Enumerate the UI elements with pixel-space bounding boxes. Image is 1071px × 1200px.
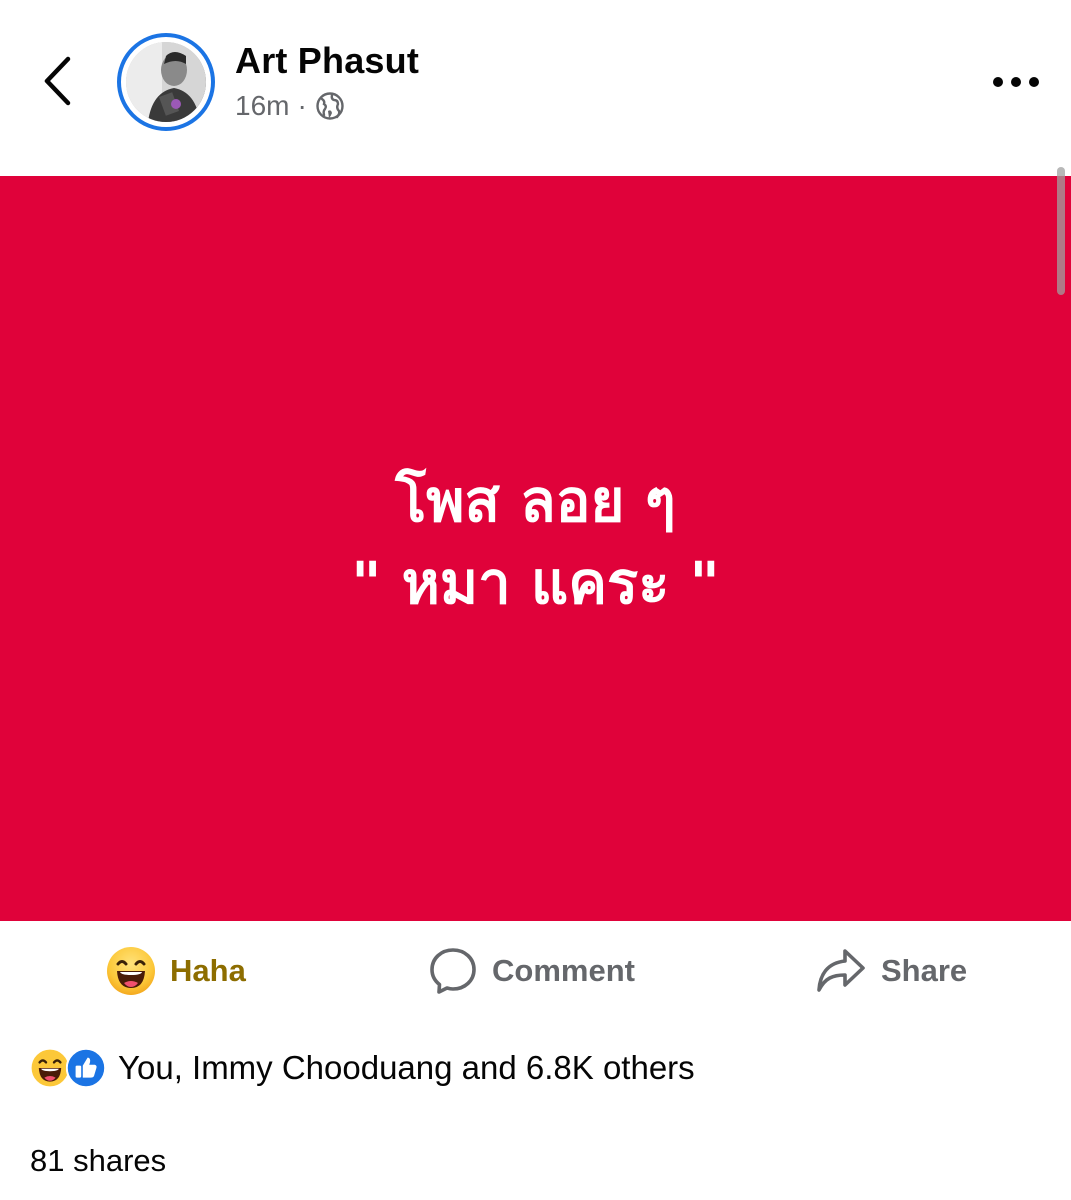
reactions-text: You, Immy Chooduang and 6.8K others — [118, 1049, 695, 1086]
profile-photo — [126, 42, 206, 122]
shares-count[interactable]: 81 shares — [30, 1143, 166, 1179]
comment-label: Comment — [492, 953, 635, 988]
like-icon — [66, 1048, 106, 1088]
post-header: Art Phasut 16m · — [0, 0, 1071, 176]
post-text-canvas[interactable]: โพส ลอย ๆ " หมา แคระ " — [0, 176, 1071, 921]
back-button[interactable] — [32, 50, 82, 112]
more-options-button[interactable] — [983, 60, 1049, 104]
avatar[interactable] — [117, 33, 215, 131]
post-action-bar: Haha Comment Share — [0, 921, 1071, 1021]
share-label: Share — [881, 953, 968, 988]
reactions-summary[interactable]: You, Immy Chooduang and 6.8K others — [30, 1043, 695, 1093]
post-time[interactable]: 16m — [235, 90, 289, 122]
share-icon — [817, 949, 865, 992]
globe-icon[interactable] — [315, 91, 345, 121]
meta-separator: · — [297, 90, 307, 121]
share-button[interactable]: Share — [815, 943, 967, 999]
reaction-label: Haha — [170, 953, 246, 988]
scrollbar[interactable] — [1057, 167, 1065, 295]
reaction-button[interactable]: Haha — [106, 943, 246, 999]
post-detail-page: Art Phasut 16m · โพส ลอย ๆ " หมา แคระ " — [0, 0, 1071, 1200]
haha-icon — [30, 1048, 70, 1088]
more-horizontal-icon — [993, 77, 1039, 87]
post-text-line-2: " หมา แคระ " — [351, 548, 720, 617]
chevron-left-icon — [44, 56, 71, 106]
comment-button[interactable]: Comment — [428, 943, 635, 999]
haha-icon — [107, 947, 155, 995]
reaction-icons — [30, 1048, 106, 1088]
comment-icon — [430, 948, 476, 994]
author-name[interactable]: Art Phasut — [235, 40, 419, 82]
post-meta: 16m · — [235, 88, 345, 124]
